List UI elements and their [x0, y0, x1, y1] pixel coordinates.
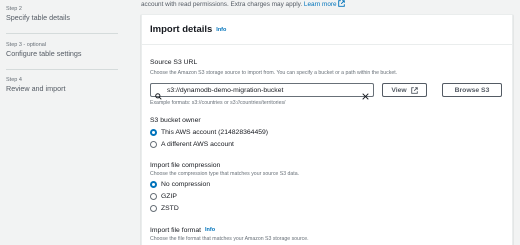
- wizard-steps-nav: Step 2 Specify table details Step 3 - op…: [0, 0, 128, 245]
- radio-button[interactable]: [150, 141, 157, 148]
- file-format-label: Import file format Info: [150, 227, 215, 234]
- radio-label: ZSTD: [161, 205, 179, 212]
- wizard-step-3[interactable]: Step 3 - optional Configure table settin…: [6, 42, 118, 58]
- learn-more-link[interactable]: Learn more: [303, 0, 345, 10]
- learn-more-label: Learn more: [303, 1, 337, 8]
- wizard-step-4[interactable]: Step 4 Review and import: [6, 77, 118, 93]
- compression-description: Choose the compression type that matches…: [150, 171, 300, 177]
- radio-this-account[interactable]: This AWS account (214828364459): [150, 129, 268, 136]
- panel-title-text: Import details: [150, 24, 213, 35]
- radio-label: This AWS account (214828364459): [161, 129, 269, 136]
- radio-button-checked[interactable]: [150, 181, 157, 188]
- view-button-label: View: [391, 86, 407, 94]
- intro-text: account with read permissions. Extra cha…: [141, 1, 303, 8]
- step-title[interactable]: Review and import: [6, 84, 118, 93]
- radio-label: No compression: [161, 181, 211, 188]
- bucket-owner-label: S3 bucket owner: [150, 117, 201, 124]
- browse-s3-button[interactable]: Browse S3: [442, 83, 502, 97]
- external-link-icon: [410, 86, 418, 94]
- radio-zstd[interactable]: ZSTD: [150, 205, 179, 212]
- step-divider: [6, 33, 118, 34]
- step-number: Step 4: [6, 77, 22, 83]
- s3-url-example: Example formats: s3://countries or s3://…: [150, 100, 286, 106]
- radio-button[interactable]: [150, 193, 157, 200]
- compression-label: Import file compression: [150, 162, 221, 169]
- panel-title: Import details Info: [150, 24, 226, 35]
- radio-no-compression[interactable]: No compression: [150, 181, 210, 188]
- s3-url-label: Source S3 URL: [150, 59, 198, 66]
- s3-url-description: Choose the Amazon S3 storage source to i…: [150, 70, 398, 76]
- panel-header: Import details Info: [142, 15, 512, 45]
- import-details-panel: Import details Info Source S3 URL Choose …: [141, 14, 513, 245]
- radio-label: A different AWS account: [161, 141, 234, 148]
- step-title[interactable]: Specify table details: [6, 13, 118, 22]
- view-button[interactable]: View: [382, 83, 427, 97]
- step-divider: [6, 69, 118, 70]
- step-number: Step 3 - optional: [6, 42, 47, 48]
- intro-description: account with read permissions. Extra cha…: [141, 0, 345, 10]
- step-number: Step 2: [6, 6, 22, 12]
- clear-icon[interactable]: [362, 87, 369, 105]
- step-title[interactable]: Configure table settings: [6, 49, 118, 58]
- radio-button-checked[interactable]: [150, 129, 157, 136]
- wizard-step-2[interactable]: Step 2 Specify table details: [6, 6, 118, 22]
- radio-button[interactable]: [150, 205, 157, 212]
- s3-url-search-field[interactable]: [150, 83, 374, 100]
- file-format-description: Choose the file format that matches your…: [150, 236, 309, 242]
- file-format-label-text: Import file format: [150, 227, 201, 234]
- external-link-icon: [337, 0, 345, 10]
- info-link[interactable]: Info: [216, 27, 226, 33]
- radio-gzip[interactable]: GZIP: [150, 193, 177, 200]
- radio-label: GZIP: [161, 193, 177, 200]
- s3-url-input[interactable]: [167, 85, 357, 96]
- radio-different-account[interactable]: A different AWS account: [150, 141, 234, 148]
- info-link[interactable]: Info: [205, 227, 215, 233]
